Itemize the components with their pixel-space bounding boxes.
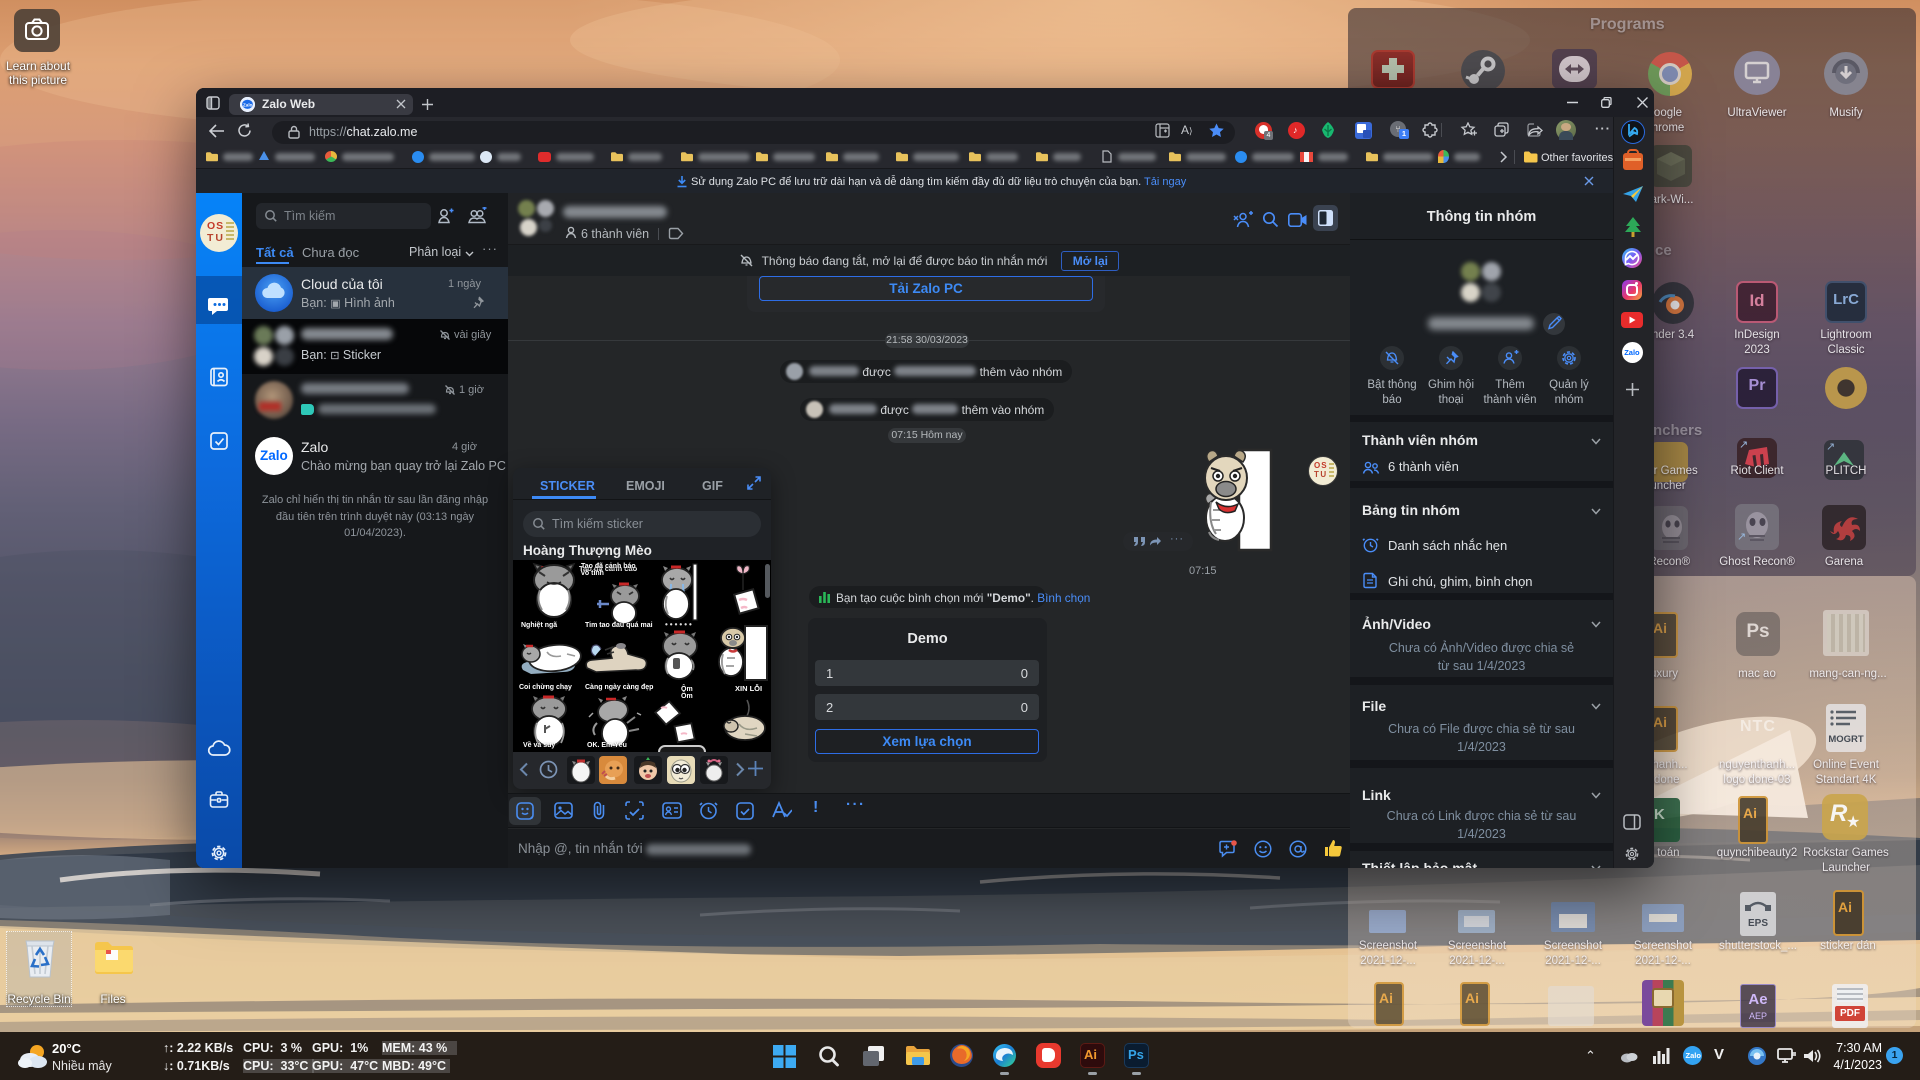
svg-text:Zalo: Zalo [243,103,253,108]
svg-text:EPS: EPS [1748,918,1768,929]
